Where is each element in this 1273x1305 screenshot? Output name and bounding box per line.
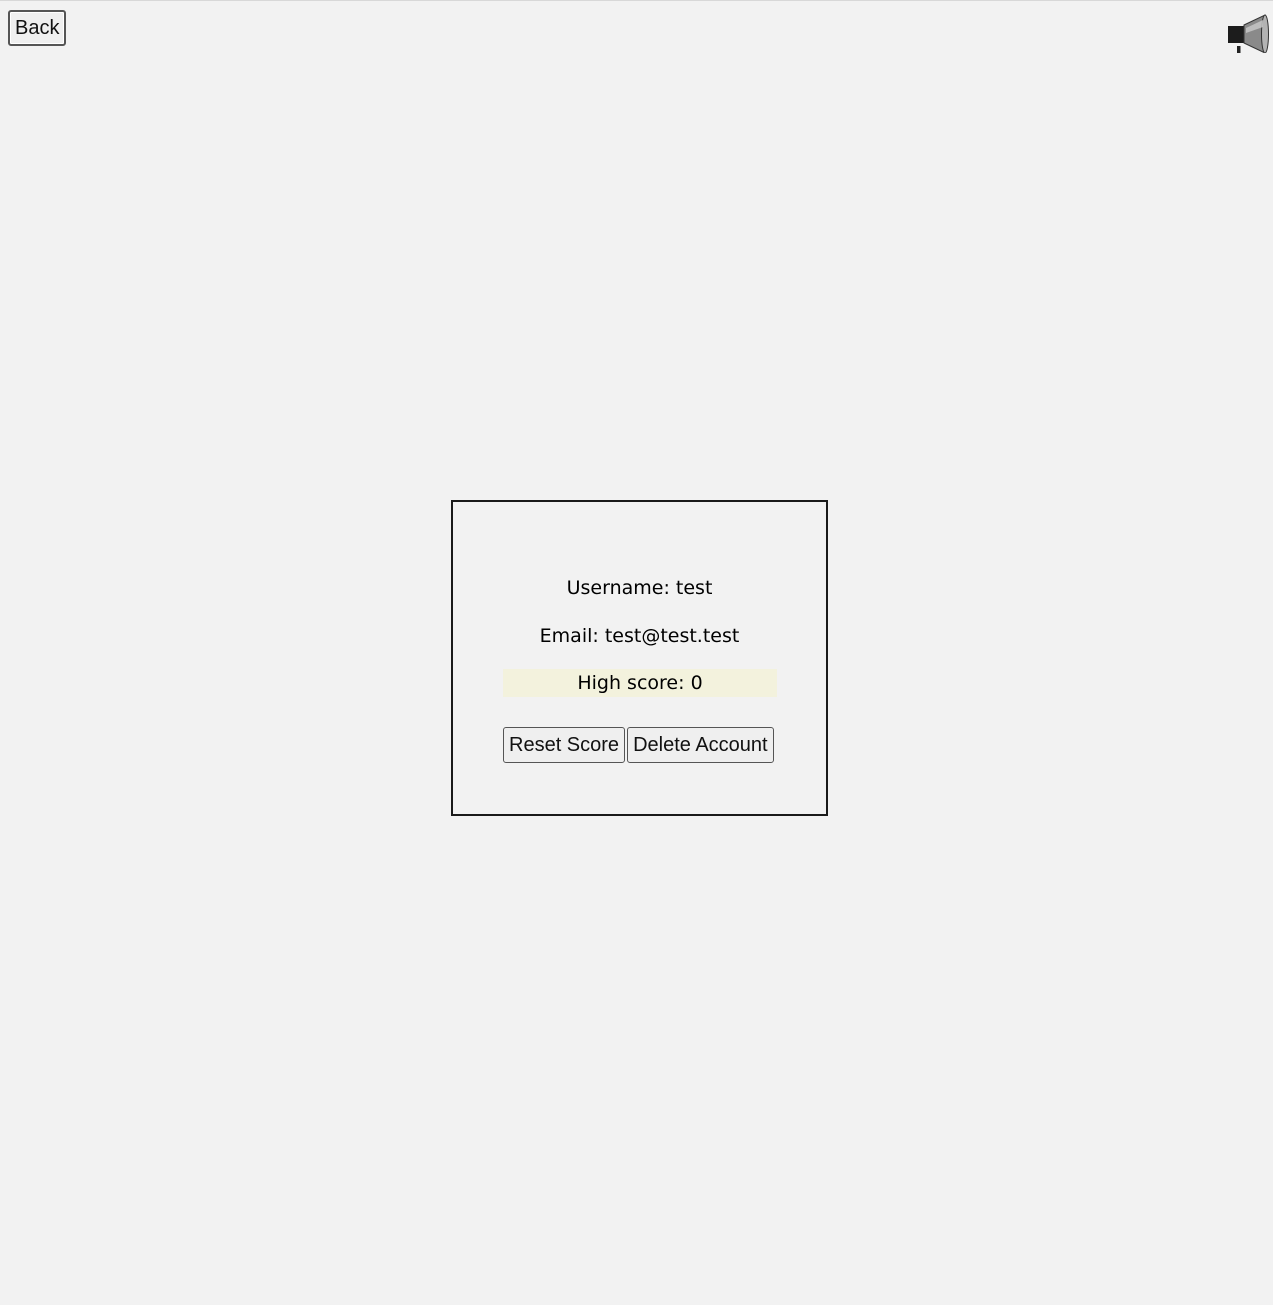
username-label: Username:	[566, 577, 670, 599]
high-score-label: High score:	[577, 672, 685, 694]
email-label: Email:	[539, 625, 599, 647]
back-button[interactable]: Back	[8, 10, 67, 46]
high-score-line: High score: 0	[503, 669, 777, 697]
username-line: Username: test	[453, 574, 826, 602]
reset-score-button[interactable]: Reset Score	[503, 727, 626, 763]
delete-account-button[interactable]: Delete Account	[627, 727, 774, 763]
username-value: test	[675, 577, 713, 599]
email-value: test@test.test	[604, 625, 740, 647]
email-line: Email: test@test.test	[453, 622, 826, 650]
sound-toggle-button[interactable]	[1225, 13, 1269, 54]
megaphone-icon	[1228, 14, 1269, 54]
profile-card: Username: test Email: test@test.test Hig…	[451, 500, 828, 816]
profile-actions: Reset Score Delete Account	[503, 727, 774, 763]
high-score-value: 0	[690, 672, 703, 694]
